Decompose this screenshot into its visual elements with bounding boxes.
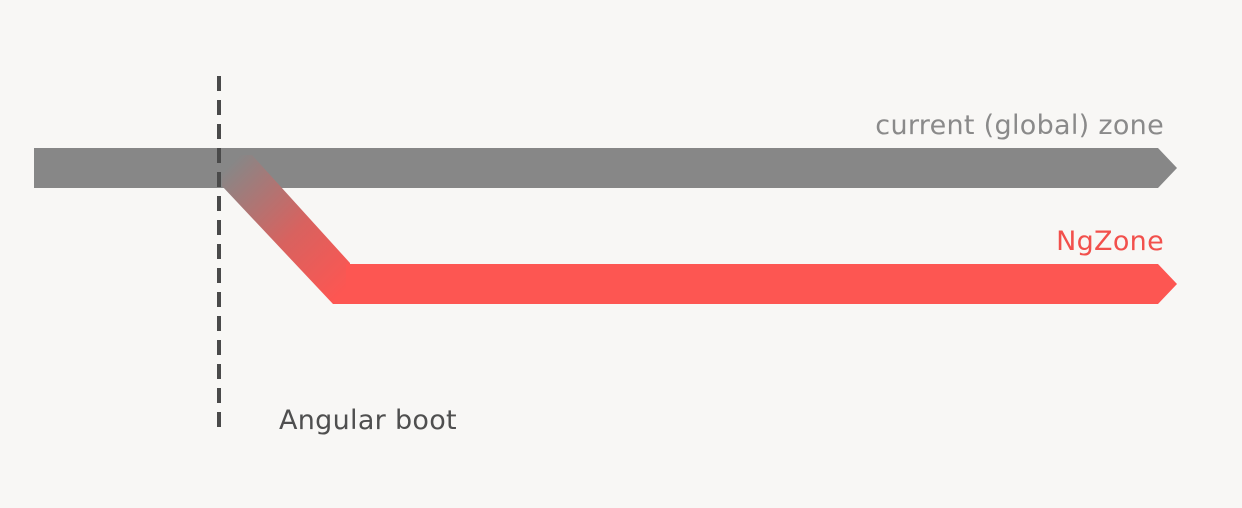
global-zone-label: current (global) zone	[875, 110, 1164, 141]
angular-boot-label: Angular boot	[279, 405, 457, 436]
diagram-canvas: current (global) zone NgZone Angular boo…	[0, 0, 1242, 508]
ngzone-arrow	[346, 264, 1177, 304]
ngzone-label: NgZone	[1056, 226, 1164, 257]
global-zone-arrow	[34, 148, 1177, 188]
